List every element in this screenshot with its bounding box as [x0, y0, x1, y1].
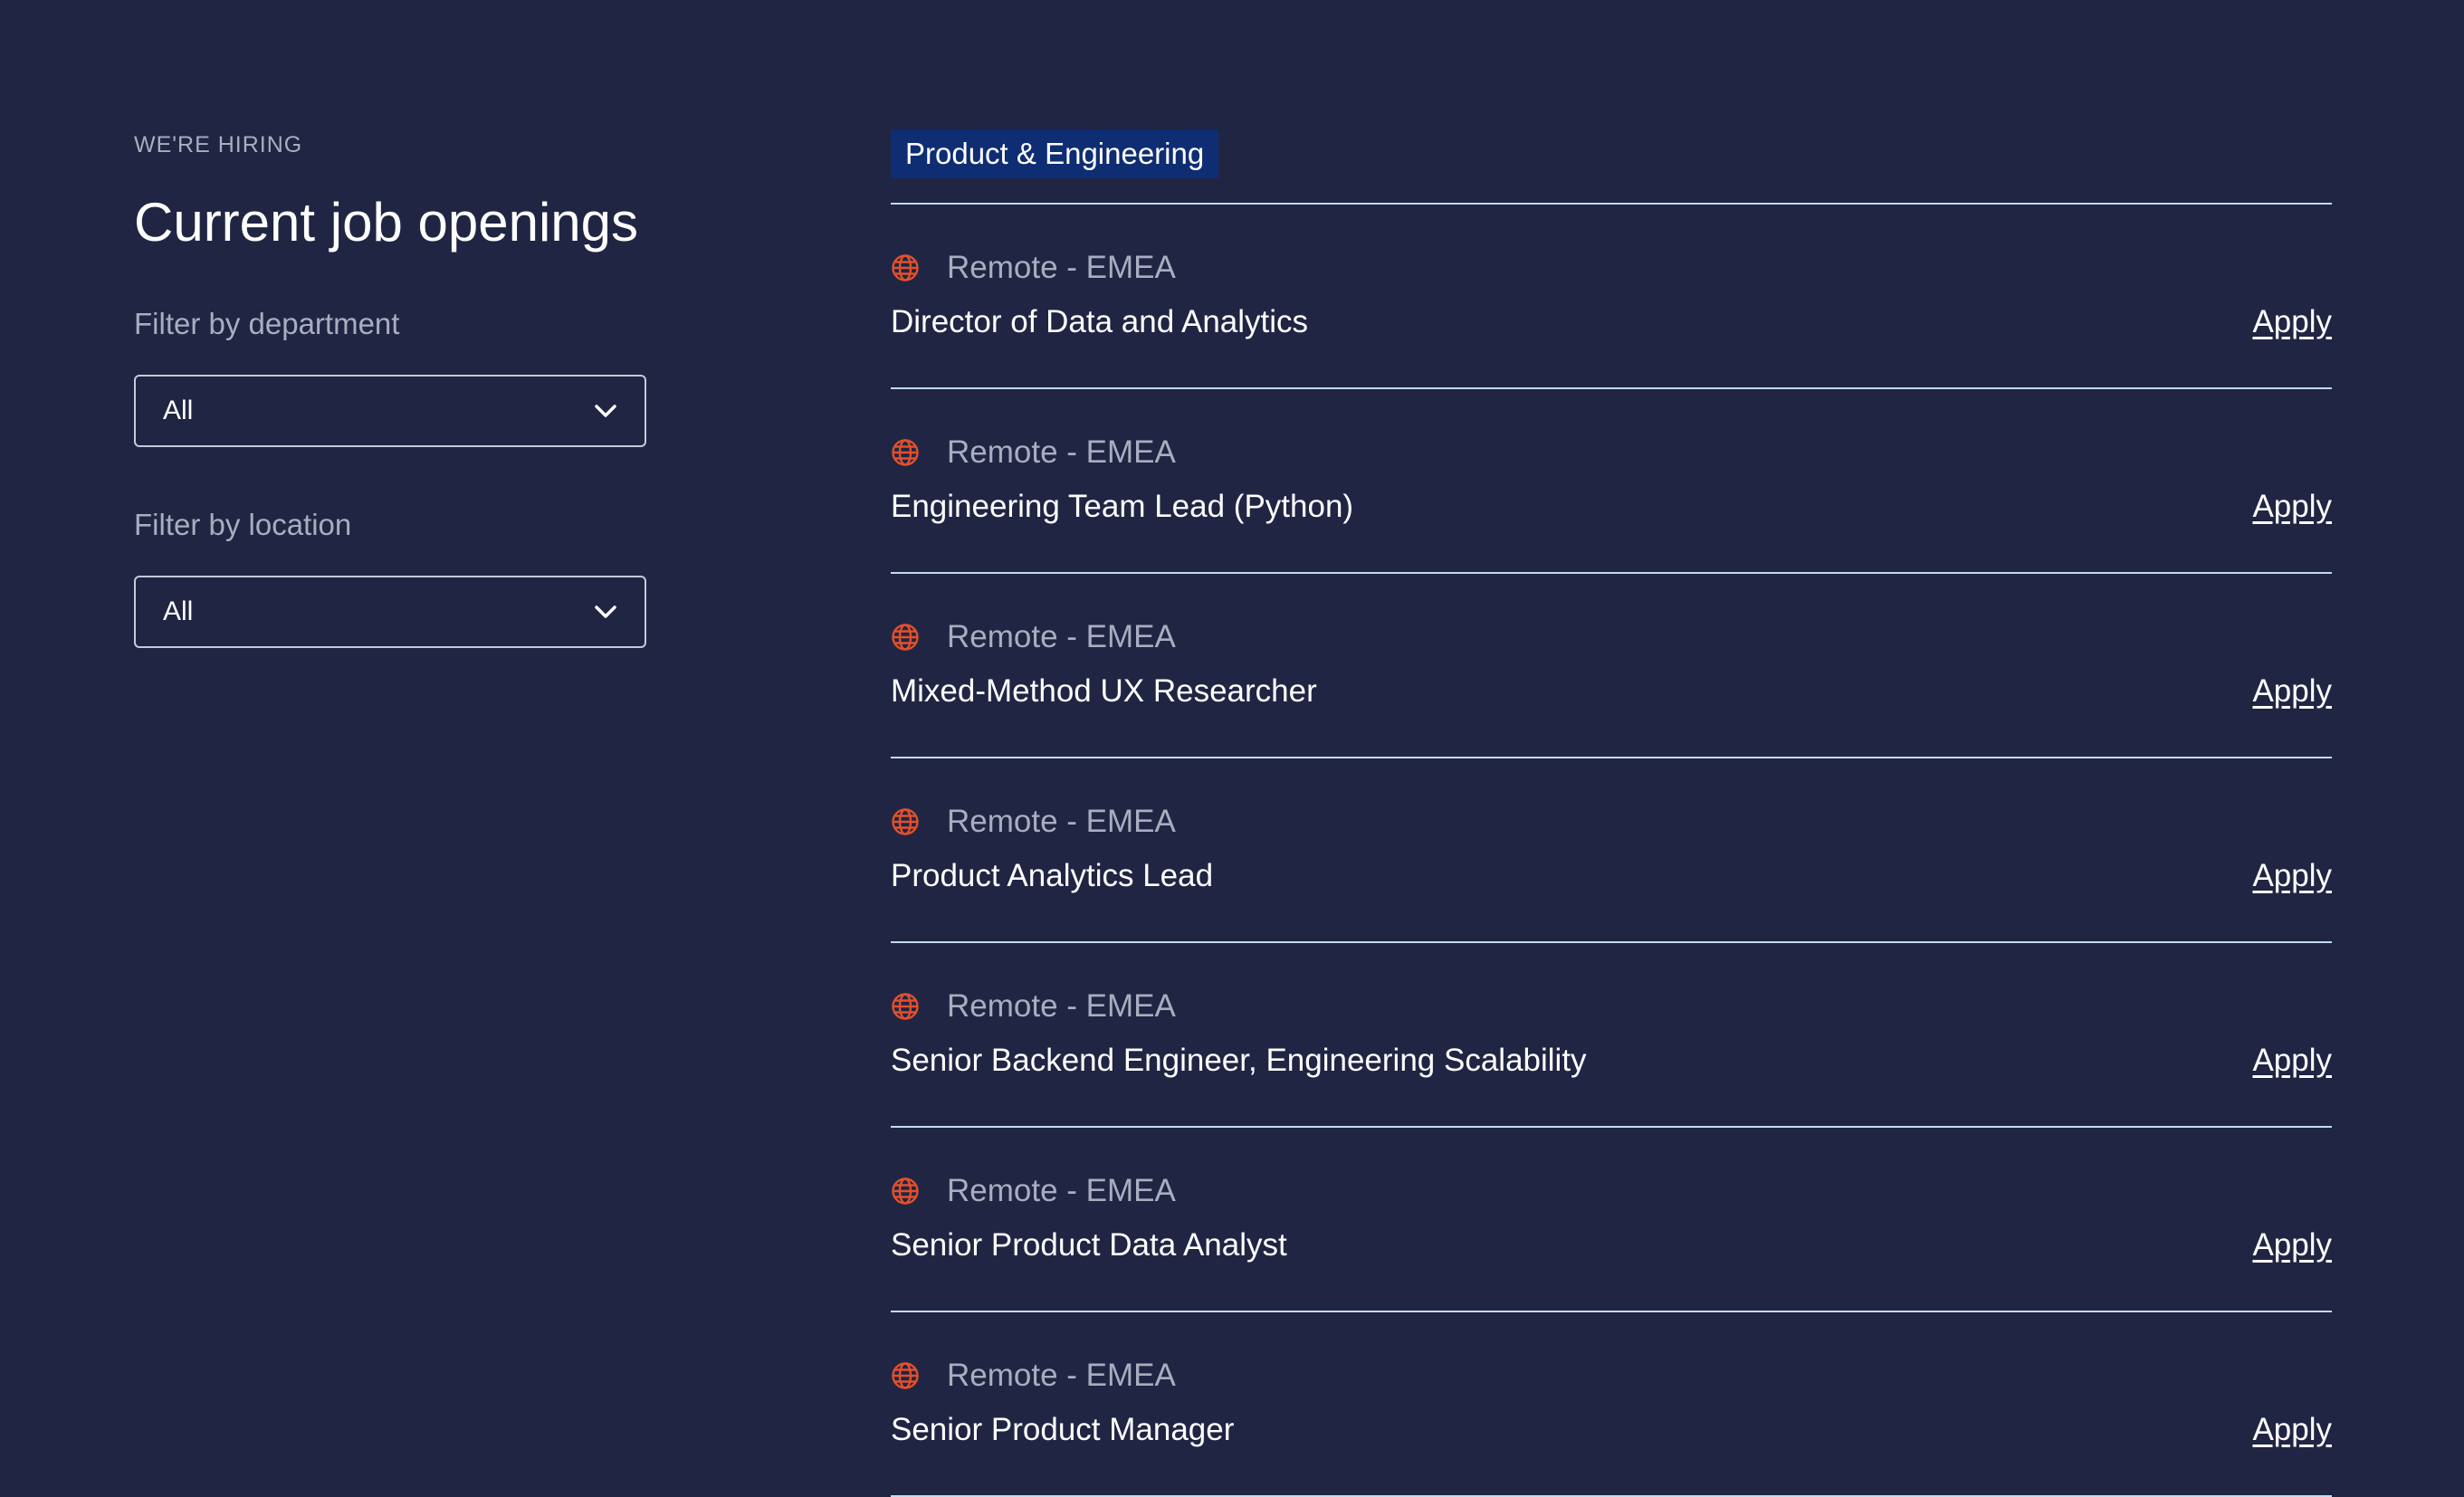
job-location: Remote - EMEA: [947, 434, 1176, 470]
job-title: Senior Product Data Analyst: [891, 1227, 1287, 1263]
job-location: Remote - EMEA: [947, 619, 1176, 654]
location-select[interactable]: All: [134, 576, 646, 648]
department-select[interactable]: All: [134, 375, 646, 447]
job-list: Remote - EMEA Director of Data and Analy…: [891, 205, 2332, 1497]
job-location-row: Remote - EMEA: [891, 619, 1176, 655]
location-filter-label: Filter by location: [134, 508, 352, 541]
job-list-item: Remote - EMEA Mixed-Method UX Researcher…: [891, 574, 2332, 758]
job-title: Senior Product Manager: [891, 1412, 1235, 1447]
apply-link[interactable]: Apply: [2252, 302, 2332, 342]
globe-icon: [891, 623, 920, 652]
chevron-down-icon: [592, 598, 619, 625]
apply-link[interactable]: Apply: [2252, 1041, 2332, 1081]
hiring-eyebrow: WE'RE HIRING: [134, 132, 303, 157]
job-location-row: Remote - EMEA: [891, 434, 1176, 471]
job-location-row: Remote - EMEA: [891, 250, 1176, 286]
job-location-row: Remote - EMEA: [891, 1173, 1176, 1209]
job-title: Mixed-Method UX Researcher: [891, 673, 1317, 709]
job-list-item: Remote - EMEA Product Analytics Lead App…: [891, 758, 2332, 943]
department-filter-label: Filter by department: [134, 307, 400, 340]
job-location-row: Remote - EMEA: [891, 1358, 1176, 1394]
job-location-row: Remote - EMEA: [891, 804, 1176, 840]
job-location: Remote - EMEA: [947, 988, 1176, 1024]
job-title: Engineering Team Lead (Python): [891, 489, 1354, 524]
globe-icon: [891, 992, 920, 1021]
job-listings: Product & Engineering Remote - EMEA Dire…: [891, 129, 2332, 1497]
chevron-down-icon: [592, 397, 619, 424]
job-title: Director of Data and Analytics: [891, 304, 1309, 339]
apply-link[interactable]: Apply: [2252, 487, 2332, 527]
job-title: Senior Backend Engineer, Engineering Sca…: [891, 1043, 1587, 1078]
job-list-item: Remote - EMEA Director of Data and Analy…: [891, 205, 2332, 389]
job-location-row: Remote - EMEA: [891, 988, 1176, 1025]
department-select-value: All: [163, 396, 194, 425]
job-location: Remote - EMEA: [947, 804, 1176, 839]
apply-link[interactable]: Apply: [2252, 1410, 2332, 1450]
department-badge: Product & Engineering: [891, 129, 1219, 178]
job-location: Remote - EMEA: [947, 1358, 1176, 1393]
globe-icon: [891, 1177, 920, 1206]
globe-icon: [891, 253, 920, 282]
job-location: Remote - EMEA: [947, 1173, 1176, 1208]
page-title: Current job openings: [134, 192, 639, 253]
apply-link[interactable]: Apply: [2252, 672, 2332, 711]
job-list-item: Remote - EMEA Senior Product Data Analys…: [891, 1128, 2332, 1312]
job-list-item: Remote - EMEA Senior Product Manager App…: [891, 1312, 2332, 1497]
location-select-value: All: [163, 596, 194, 626]
globe-icon: [891, 438, 920, 467]
job-list-item: Remote - EMEA Senior Backend Engineer, E…: [891, 943, 2332, 1128]
apply-link[interactable]: Apply: [2252, 1225, 2332, 1265]
globe-icon: [891, 807, 920, 836]
job-list-item: Remote - EMEA Engineering Team Lead (Pyt…: [891, 389, 2332, 574]
filters-panel: WE'RE HIRING Current job openings Filter…: [134, 127, 677, 648]
job-title: Product Analytics Lead: [891, 858, 1214, 893]
globe-icon: [891, 1361, 920, 1390]
job-location: Remote - EMEA: [947, 250, 1176, 285]
apply-link[interactable]: Apply: [2252, 856, 2332, 896]
